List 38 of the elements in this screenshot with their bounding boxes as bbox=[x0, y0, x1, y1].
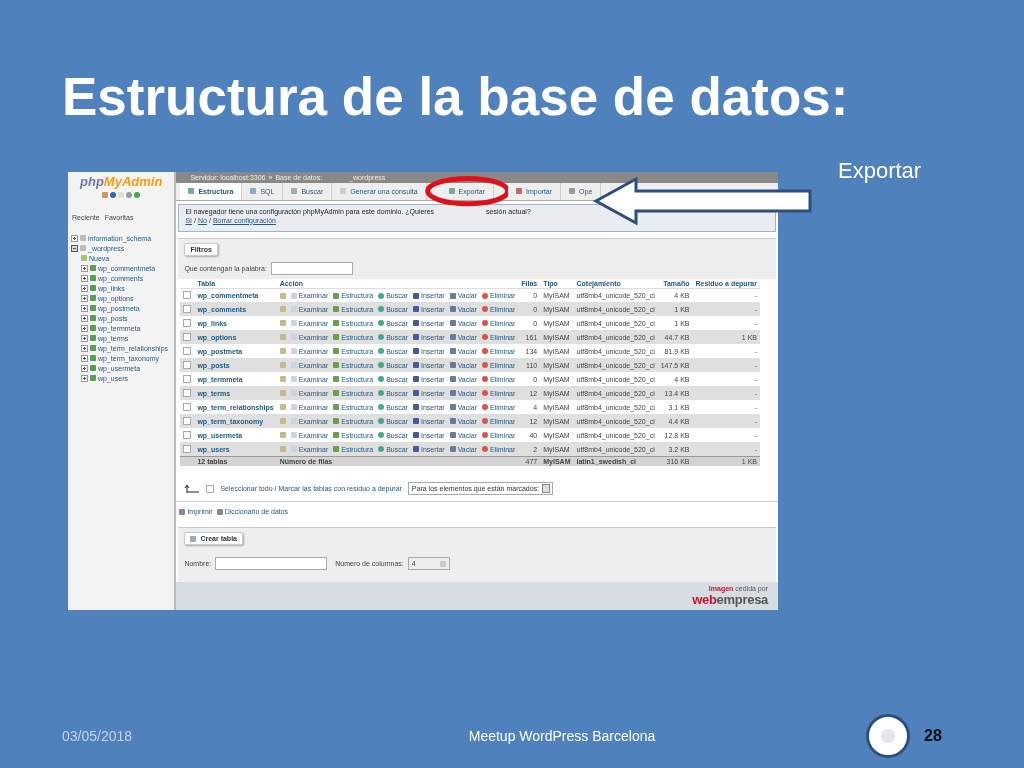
checkbox[interactable] bbox=[183, 360, 192, 369]
expand-icon[interactable] bbox=[81, 264, 88, 272]
checkbox[interactable] bbox=[183, 430, 192, 439]
checkbox[interactable] bbox=[183, 318, 192, 327]
input-field[interactable] bbox=[215, 557, 328, 571]
logo: phpMyAdmin bbox=[78, 174, 164, 189]
checkbox[interactable] bbox=[183, 416, 192, 425]
expand-icon[interactable] bbox=[81, 284, 88, 292]
expand-icon[interactable] bbox=[81, 274, 88, 282]
slide-title: Estructura de la base de datos: bbox=[62, 66, 850, 128]
expand-icon[interactable] bbox=[81, 364, 88, 372]
slide-footer: Meetup WordPress Barcelona bbox=[280, 728, 784, 744]
checkbox[interactable] bbox=[183, 332, 192, 341]
input-field[interactable] bbox=[270, 261, 353, 275]
expand-icon[interactable] bbox=[81, 304, 88, 312]
checkbox[interactable] bbox=[183, 304, 192, 313]
slide-number: 28 bbox=[924, 727, 943, 745]
checkbox[interactable] bbox=[183, 444, 192, 453]
brand-logo: webempresa bbox=[692, 592, 768, 608]
expand-icon[interactable] bbox=[81, 324, 88, 332]
expand-icon[interactable] bbox=[81, 354, 88, 362]
circle-icon bbox=[866, 714, 910, 758]
expand-icon[interactable] bbox=[81, 294, 88, 302]
checkbox[interactable] bbox=[183, 291, 192, 300]
checkbox[interactable] bbox=[183, 374, 192, 383]
checkbox[interactable] bbox=[183, 402, 192, 411]
arrow-icon bbox=[184, 484, 201, 494]
collapse-icon[interactable] bbox=[71, 244, 78, 252]
checkbox[interactable] bbox=[183, 346, 192, 355]
expand-icon[interactable] bbox=[81, 334, 88, 342]
checkbox[interactable] bbox=[206, 484, 215, 493]
expand-icon[interactable] bbox=[81, 314, 88, 322]
expand-icon[interactable] bbox=[81, 344, 88, 352]
expand-icon[interactable] bbox=[81, 374, 88, 382]
slide-date: 03/05/2018 bbox=[61, 728, 134, 744]
expand-icon[interactable] bbox=[71, 234, 78, 242]
checkbox[interactable] bbox=[183, 388, 192, 397]
callout-label: Exportar bbox=[838, 158, 922, 184]
